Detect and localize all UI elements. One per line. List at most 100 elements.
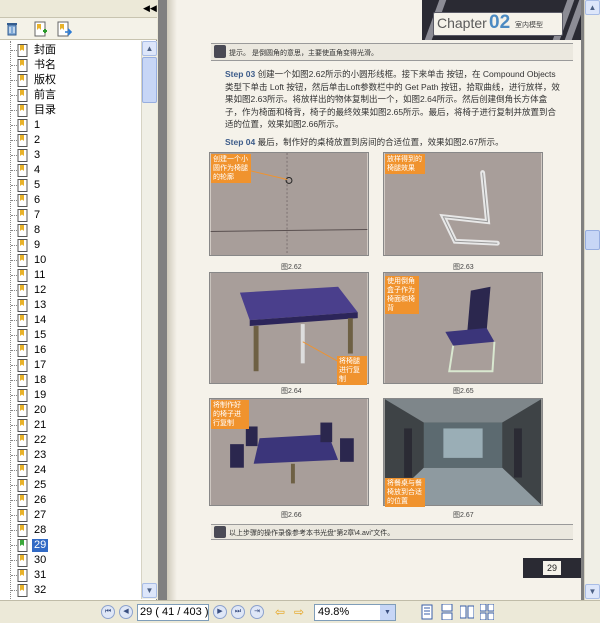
bookmark-page-icon — [17, 359, 28, 372]
bookmark-label: 13 — [34, 299, 47, 311]
bookmark-page-icon — [17, 314, 28, 327]
next-page-icon[interactable]: ▶ — [213, 605, 227, 619]
bookmark-item[interactable]: 17 — [0, 358, 141, 373]
sidebar-scrollbar[interactable]: ▲ ▼ — [141, 41, 157, 599]
bookmark-page-icon — [17, 464, 28, 477]
previous-page-icon[interactable]: ◀ — [119, 605, 133, 619]
bookmark-page-icon — [17, 44, 28, 57]
bookmark-page-icon — [17, 89, 28, 102]
bookmark-page-icon — [17, 119, 28, 132]
chapter-number: 02 — [489, 12, 511, 33]
bookmark-item[interactable]: 19 — [0, 388, 141, 403]
bookmark-item[interactable]: 13 — [0, 298, 141, 313]
bookmark-item[interactable]: 8 — [0, 223, 141, 238]
go-to-page-icon[interactable]: ⇥ — [250, 605, 264, 619]
bookmark-page-icon — [17, 524, 28, 537]
bookmark-item[interactable]: 5 — [0, 178, 141, 193]
bookmark-item[interactable]: 书名 — [0, 58, 141, 73]
bookmark-item[interactable]: 24 — [0, 463, 141, 478]
forward-arrow-icon[interactable]: ⇨ — [291, 605, 307, 619]
bookmark-item[interactable]: 21 — [0, 418, 141, 433]
document-scroll-thumb[interactable] — [585, 230, 600, 250]
bookmark-label: 19 — [34, 389, 47, 401]
continuous-view-icon[interactable] — [440, 604, 454, 620]
bookmark-item[interactable]: 2 — [0, 133, 141, 148]
tip-icon — [214, 45, 226, 58]
chapter-subtitle: 室内模型 — [515, 22, 543, 29]
bookmark-item[interactable]: 15 — [0, 328, 141, 343]
bookmark-item[interactable]: 22 — [0, 433, 141, 448]
bookmark-label: 21 — [34, 419, 47, 431]
bookmark-item[interactable]: 27 — [0, 508, 141, 523]
figure-note: 使用倒角盒子作为椅面和椅背 — [385, 276, 419, 314]
bookmark-label: 23 — [34, 449, 47, 461]
bookmark-item[interactable]: 28 — [0, 523, 141, 538]
bookmark-item[interactable]: 6 — [0, 193, 141, 208]
first-page-icon[interactable]: ⏮ — [101, 605, 115, 619]
sidebar-scroll-thumb[interactable] — [142, 57, 157, 103]
bookmark-goto-icon[interactable] — [56, 21, 72, 37]
bookmark-page-icon — [17, 299, 28, 312]
bookmark-item[interactable]: 10 — [0, 253, 141, 268]
bookmark-label: 封面 — [34, 44, 56, 56]
scroll-down-arrow-icon[interactable]: ▼ — [585, 584, 600, 599]
bookmark-page-icon — [17, 74, 28, 87]
bookmark-item[interactable]: 前言 — [0, 88, 141, 103]
bookmark-item[interactable]: 版权 — [0, 73, 141, 88]
bookmark-item[interactable]: 11 — [0, 268, 141, 283]
bookmark-item[interactable]: 16 — [0, 343, 141, 358]
bookmark-label: 11 — [34, 269, 46, 281]
bookmark-item[interactable]: 3 — [0, 148, 141, 163]
bookmark-label: 2 — [34, 134, 41, 146]
scroll-down-arrow-icon[interactable]: ▼ — [142, 583, 157, 598]
bookmark-item[interactable]: 7 — [0, 208, 141, 223]
facing-view-icon[interactable] — [460, 604, 474, 620]
scroll-up-arrow-icon[interactable]: ▲ — [142, 41, 157, 56]
page-number-field[interactable]: 29 ( 41 / 403 ) — [137, 604, 209, 621]
collapse-panel-icon[interactable]: ◀◀ — [143, 2, 157, 14]
bookmark-label: 12 — [34, 284, 47, 296]
bookmark-item[interactable]: 31 — [0, 568, 141, 583]
zoom-select[interactable]: 49.8% ▼ — [314, 604, 396, 621]
bookmark-item[interactable]: 12 — [0, 283, 141, 298]
bookmark-item[interactable]: 1 — [0, 118, 141, 133]
chapter-word: Chapter — [437, 15, 487, 31]
bookmark-item[interactable]: 29 — [0, 538, 141, 553]
scroll-up-arrow-icon[interactable]: ▲ — [585, 0, 600, 15]
continuous-facing-view-icon[interactable] — [480, 604, 494, 620]
step-paragraph: Step 04 最后，制作好的桌椅放置到房间的合适位置，效果如图2.67所示。 — [225, 136, 563, 149]
bookmark-page-icon — [17, 284, 28, 297]
bookmark-page-icon — [17, 389, 28, 402]
step-badge: Step 03 — [225, 69, 256, 79]
bookmark-item[interactable]: 30 — [0, 553, 141, 568]
bookmark-label: 目录 — [34, 104, 56, 116]
bookmark-item[interactable]: 32 — [0, 583, 141, 598]
delete-icon[interactable] — [4, 21, 20, 37]
bookmark-item[interactable]: 25 — [0, 478, 141, 493]
last-page-icon[interactable]: ⏭ — [231, 605, 245, 619]
bookmark-item[interactable]: 23 — [0, 448, 141, 463]
bookmark-label: 8 — [34, 224, 41, 236]
bookmark-page-icon — [17, 104, 28, 117]
back-arrow-icon[interactable]: ⇦ — [272, 605, 288, 619]
bookmark-page-icon — [17, 134, 28, 147]
bookmark-page-icon — [17, 194, 28, 207]
bookmark-add-icon[interactable] — [32, 21, 48, 37]
bookmark-item[interactable]: 9 — [0, 238, 141, 253]
document-scrollbar[interactable]: ▲ ▼ — [584, 0, 600, 600]
bookmark-item[interactable]: 18 — [0, 373, 141, 388]
bookmark-page-icon — [17, 419, 28, 432]
bookmark-page-icon — [17, 179, 28, 192]
bookmark-item[interactable]: 14 — [0, 313, 141, 328]
bookmark-item[interactable]: 目录 — [0, 103, 141, 118]
bookmark-item[interactable]: 26 — [0, 493, 141, 508]
chevron-down-icon[interactable]: ▼ — [380, 605, 395, 620]
bookmark-item[interactable]: 封面 — [0, 43, 141, 58]
bookmark-item[interactable]: 20 — [0, 403, 141, 418]
single-page-view-icon[interactable] — [420, 604, 434, 620]
bookmark-label: 书名 — [34, 59, 56, 71]
bookmark-item[interactable]: 4 — [0, 163, 141, 178]
step-paragraph: Step 03 创建一个如图2.62所示的小圆形线框。接下来单击 按钮，在 Co… — [225, 68, 563, 131]
bookmark-page-icon — [17, 344, 28, 357]
bookmark-page-icon — [17, 254, 28, 267]
